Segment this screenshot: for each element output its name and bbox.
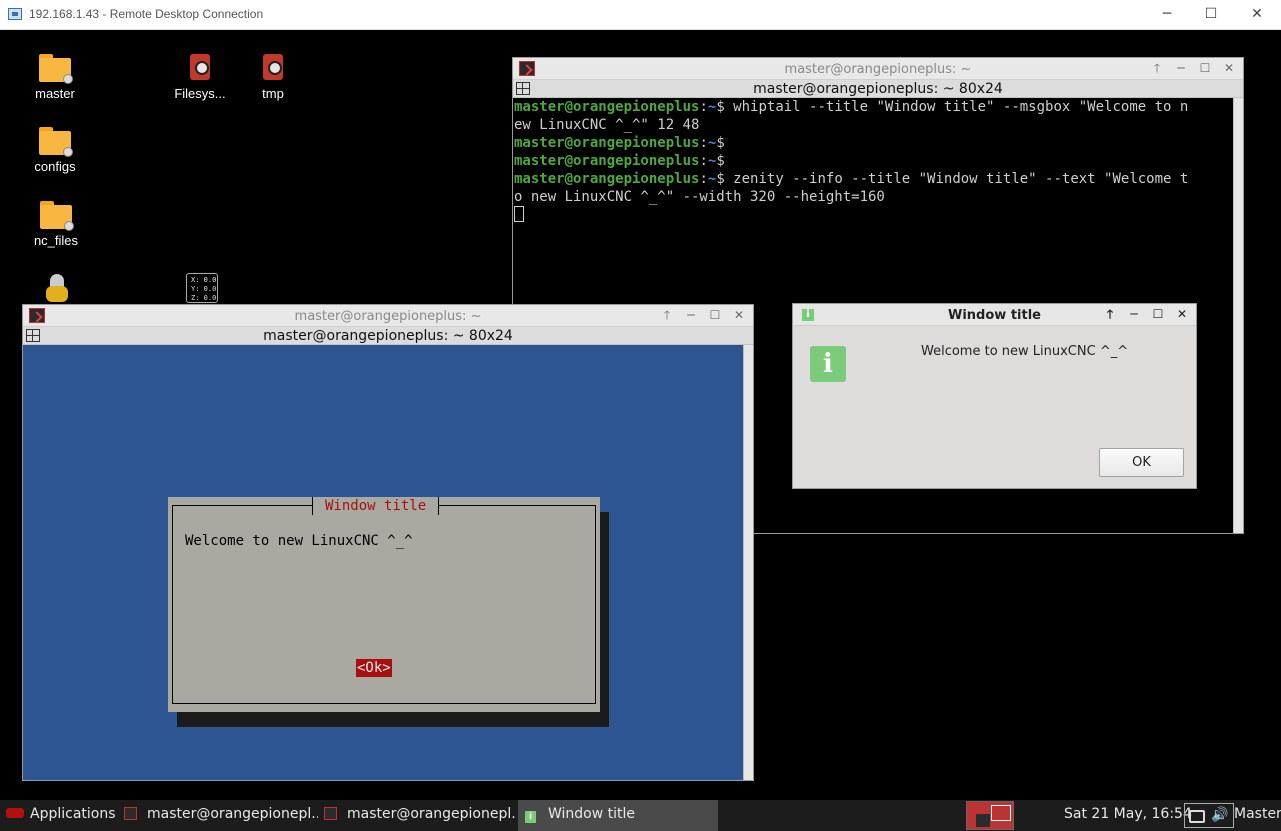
whiptail-ok-button[interactable]: <Ok>: [356, 659, 392, 677]
folder-icon: [40, 201, 74, 231]
rdp-titlebar: 192.168.1.43 - Remote Desktop Connection…: [0, 0, 1281, 30]
taskbar-item-label: Window title: [548, 806, 636, 822]
info-icon: i: [810, 346, 846, 382]
keep-above-icon[interactable]: 🡑: [1102, 306, 1118, 322]
prompt-user: master@orangepioneplus: [514, 171, 700, 187]
taskbar-item-window-title[interactable]: i Window title: [518, 800, 718, 831]
whiptail-title: Window title: [312, 497, 440, 515]
rdp-minimize-button[interactable]: ─: [1156, 4, 1178, 24]
keep-above-icon[interactable]: 🡑: [659, 307, 675, 323]
taskbar-item-label: master@orangepionepl...: [347, 806, 516, 822]
whiptail-dialog[interactable]: Window title Welcome to new LinuxCNC ^_^…: [168, 497, 600, 712]
user-menu[interactable]: Master: [1234, 800, 1281, 831]
desktop-icon-configs[interactable]: configs: [20, 127, 90, 174]
volume-icon[interactable]: 🔊: [1211, 807, 1228, 823]
zenity-body: i Welcome to new LinuxCNC ^_^ OK: [793, 326, 1196, 488]
terminal-titlebar[interactable]: master@orangepioneplus: ~ 🡑 ─ ☐ ✕: [513, 58, 1243, 80]
close-icon[interactable]: ✕: [1174, 306, 1190, 322]
taskbar-item-terminal-1[interactable]: master@orangepionepl...: [122, 800, 318, 831]
maximize-icon[interactable]: ☐: [1197, 60, 1213, 76]
terminal-window-front[interactable]: master@orangepioneplus: ~ 🡑 ─ ☐ ✕ master…: [22, 304, 754, 781]
folder-icon: [39, 54, 73, 84]
terminal-titlebar[interactable]: master@orangepioneplus: ~ 🡑 ─ ☐ ✕: [23, 305, 753, 327]
rdp-window-title: 192.168.1.43 - Remote Desktop Connection: [29, 7, 264, 21]
drive-icon: [263, 54, 283, 80]
keep-above-icon[interactable]: 🡑: [1149, 60, 1165, 76]
system-tray: 🔊: [1184, 803, 1234, 828]
applications-label: Applications ☰: [30, 806, 116, 822]
terminal-size-title: master@orangepioneplus: ~ 80x24: [263, 328, 513, 344]
prompt-user: master@orangepioneplus: [514, 99, 700, 115]
command-line: whiptail --title "Window title" --msgbox…: [733, 99, 1189, 115]
zenity-titlebar[interactable]: i Window title 🡑 ─ ☐ ✕: [793, 304, 1196, 326]
terminal-scrollbar[interactable]: [1233, 98, 1243, 533]
maximize-icon[interactable]: ☐: [1150, 306, 1166, 322]
drive-icon: [190, 54, 210, 80]
whiptail-background: Window title Welcome to new LinuxCNC ^_^…: [23, 345, 743, 780]
zenity-dialog[interactable]: i Window title 🡑 ─ ☐ ✕ i Welcome to new …: [792, 303, 1197, 489]
desktop-icon-label: nc_files: [33, 233, 79, 248]
dro-x: X: 0.0: [191, 276, 217, 284]
minimize-icon[interactable]: ─: [1126, 306, 1142, 322]
desktop-icon-filesystem[interactable]: Filesys...: [165, 54, 235, 101]
clock[interactable]: Sat 21 May, 16:54: [1064, 800, 1192, 831]
close-icon[interactable]: ✕: [731, 307, 747, 323]
taskbar-item-terminal-2[interactable]: master@orangepionepl...: [320, 800, 516, 831]
prompt-path: ~: [707, 171, 717, 187]
zenity-ok-button[interactable]: OK: [1099, 448, 1184, 477]
prompt-user: master@orangepioneplus: [514, 153, 700, 169]
whiptail-message: Welcome to new LinuxCNC ^_^: [185, 533, 413, 549]
applications-menu-button[interactable]: Applications ☰: [6, 800, 116, 831]
desktop-icon-label: master: [35, 86, 75, 101]
desktop-icon-label: tmp: [262, 86, 284, 101]
terminal-scrollbar[interactable]: [743, 345, 753, 780]
terminal-menubar: master@orangepioneplus: ~ 80x24: [23, 327, 753, 345]
linuxcnc-tux-icon[interactable]: [42, 274, 72, 304]
minimize-icon[interactable]: ─: [1173, 60, 1189, 76]
prompt-user: master@orangepioneplus: [514, 135, 700, 151]
taskbar: Applications ☰ master@orangepionepl... m…: [0, 800, 1281, 831]
terminal-icon: [124, 807, 137, 820]
terminal-cursor: [514, 206, 524, 222]
prompt-path: ~: [707, 153, 717, 169]
rdp-app-icon: [8, 8, 22, 20]
dro-icon[interactable]: X: 0.0 Y: 0.0 Z: 0.0: [186, 273, 218, 303]
terminal-title: master@orangepioneplus: ~: [294, 309, 482, 324]
desktop-icon-label: configs: [34, 159, 76, 174]
command-continuation: ew LinuxCNC ^_^" 12 48: [514, 117, 700, 133]
terminal-icon: [324, 807, 337, 820]
desktop-icon-tmp[interactable]: tmp: [238, 54, 308, 101]
applications-logo-icon: [6, 808, 24, 818]
network-icon[interactable]: [1189, 810, 1205, 823]
rdp-close-button[interactable]: ✕: [1246, 4, 1268, 24]
zenity-message: Welcome to new LinuxCNC ^_^: [921, 344, 1129, 359]
workspace-switcher[interactable]: [966, 801, 1014, 830]
dro-z: Z: 0.0: [191, 294, 217, 302]
terminal-title: master@orangepioneplus: ~: [784, 62, 972, 77]
desktop-icon-master[interactable]: master: [20, 54, 90, 101]
prompt-path: ~: [707, 135, 717, 151]
minimize-icon[interactable]: ─: [683, 307, 699, 323]
desktop-icon-nc-files[interactable]: nc_files: [21, 201, 91, 248]
folder-icon: [39, 127, 73, 157]
maximize-icon[interactable]: ☐: [707, 307, 723, 323]
prompt-path: ~: [707, 99, 717, 115]
close-icon[interactable]: ✕: [1221, 60, 1237, 76]
desktop: master Filesys... tmp configs nc_files X…: [0, 30, 1281, 800]
info-icon: i: [525, 811, 536, 823]
terminal-menubar: master@orangepioneplus: ~ 80x24: [513, 80, 1243, 98]
command-line: zenity --info --title "Window title" --t…: [733, 171, 1189, 187]
terminal-size-title: master@orangepioneplus: ~ 80x24: [753, 81, 1003, 97]
rdp-maximize-button[interactable]: ☐: [1200, 4, 1222, 24]
desktop-icon-label: Filesys...: [174, 86, 226, 101]
dro-y: Y: 0.0: [191, 285, 217, 293]
command-continuation: o new LinuxCNC ^_^" --width 320 --height…: [514, 189, 885, 205]
taskbar-item-label: master@orangepionepl...: [147, 806, 318, 822]
